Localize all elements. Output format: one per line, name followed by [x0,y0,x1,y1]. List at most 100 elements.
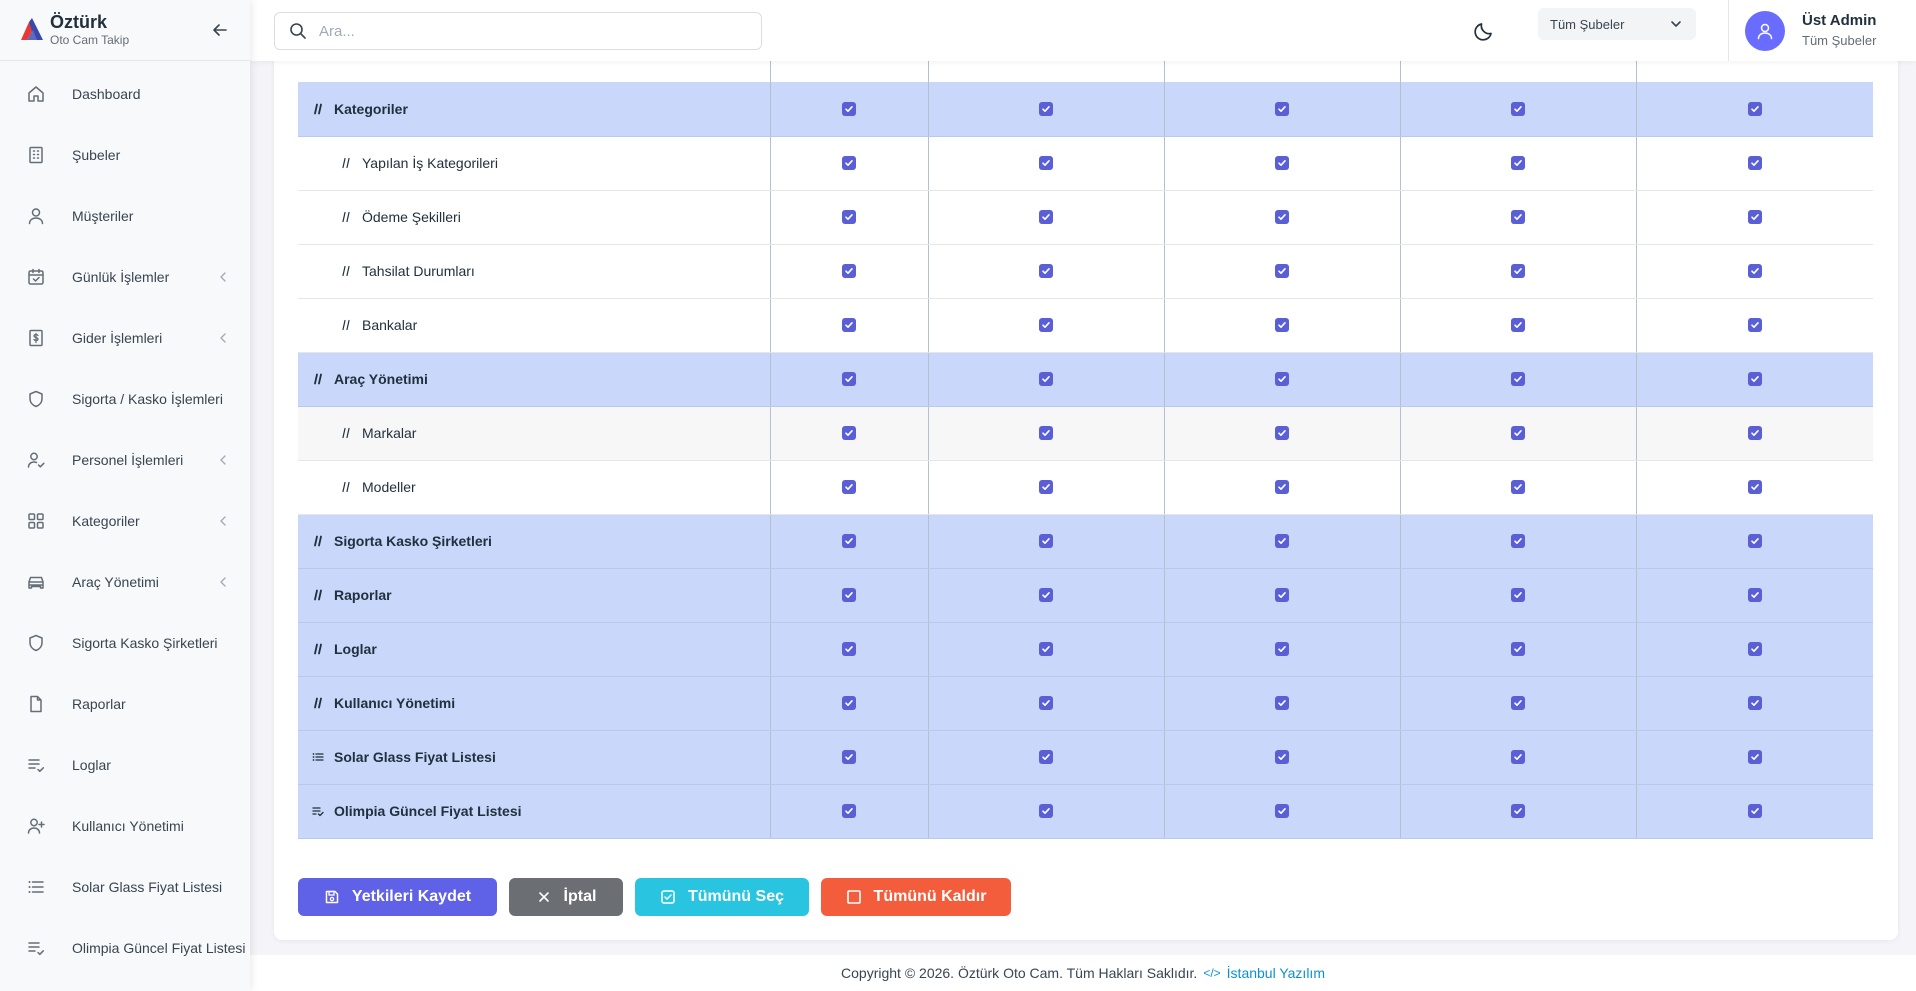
avatar[interactable] [1745,11,1785,51]
permission-checkbox[interactable] [1275,587,1289,602]
table-row: Kullanıcı Yönetimi [298,676,1873,731]
permission-checkbox[interactable] [1275,749,1289,764]
permission-checkbox[interactable] [1275,533,1289,548]
collapse-sidebar-icon[interactable] [210,20,230,40]
permission-checkbox[interactable] [1511,695,1525,710]
sidebar-item-ubeler[interactable]: Şubeler [0,125,250,185]
permission-checkbox[interactable] [1275,425,1289,440]
sidebar-item-sigorta-kasko-i-lemleri[interactable]: Sigorta / Kasko İşlemleri [0,369,250,429]
footer-company-link[interactable]: İstanbul Yazılım [1227,965,1325,981]
permission-checkbox[interactable] [1511,155,1525,170]
permission-checkbox[interactable] [842,425,856,440]
permission-checkbox[interactable] [1039,479,1053,494]
sidebar-item-g-nl-k-i-lemler[interactable]: Günlük İşlemler [0,247,250,307]
search-box[interactable] [274,12,762,50]
permission-checkbox[interactable] [1511,749,1525,764]
permission-checkbox[interactable] [1747,641,1762,656]
file-icon [30,695,42,713]
permission-checkbox[interactable] [842,479,856,494]
permission-checkbox[interactable] [1275,803,1289,818]
permission-checkbox[interactable] [1747,263,1762,278]
branch-select[interactable]: Tüm Şubeler [1538,8,1696,40]
sidebar-item-personel-i-lemleri[interactable]: Personel İşlemleri [0,430,250,490]
cancel-button[interactable]: İptal [509,878,623,916]
permission-checkbox[interactable] [1747,533,1762,548]
permission-checkbox[interactable] [1511,209,1525,224]
permission-checkbox[interactable] [1511,371,1525,386]
sidebar-item-raporlar[interactable]: Raporlar [0,674,250,734]
sidebar-item-sigorta-kasko-irketleri[interactable]: Sigorta Kasko Şirketleri [0,613,250,673]
permission-checkbox[interactable] [1511,587,1525,602]
permission-checkbox[interactable] [1275,209,1289,224]
permission-checkbox[interactable] [842,803,856,818]
clear-all-button[interactable]: Tümünü Kaldır [821,878,1011,916]
permission-checkbox[interactable] [842,533,856,548]
permission-checkbox[interactable] [1747,317,1762,332]
permission-name-cell: Yapılan İş Kategorileri [298,136,770,191]
sidebar-item-solar-glass-fiyat-listesi[interactable]: Solar Glass Fiyat Listesi [0,857,250,917]
permission-checkbox[interactable] [1747,425,1762,440]
permission-checkbox[interactable] [1747,479,1762,494]
sidebar-item-gider-i-lemleri[interactable]: Gider İşlemleri [0,308,250,368]
save-permissions-button[interactable]: Yetkileri Kaydet [298,878,497,916]
permission-checkbox[interactable] [1039,587,1053,602]
permission-checkbox[interactable] [1039,209,1053,224]
permission-checkbox[interactable] [1511,479,1525,494]
permission-checkbox[interactable] [1511,101,1525,116]
permission-checkbox[interactable] [1039,371,1053,386]
permission-checkbox[interactable] [842,155,856,170]
permission-checkbox[interactable] [1511,263,1525,278]
permission-checkbox[interactable] [1275,641,1289,656]
moon-icon[interactable] [1472,19,1496,43]
permission-checkbox[interactable] [1039,533,1053,548]
permission-checkbox[interactable] [1747,587,1762,602]
permission-checkbox[interactable] [842,695,856,710]
permission-checkbox[interactable] [1039,803,1053,818]
select-all-button[interactable]: Tümünü Seç [635,878,809,916]
permission-checkbox[interactable] [1747,155,1762,170]
permission-checkbox[interactable] [1275,695,1289,710]
permission-checkbox[interactable] [1275,317,1289,332]
permission-checkbox[interactable] [1747,371,1762,386]
permission-checkbox[interactable] [1039,155,1053,170]
permission-checkbox[interactable] [1275,101,1289,116]
permission-checkbox[interactable] [842,749,856,764]
permission-checkbox[interactable] [1039,749,1053,764]
permission-checkbox[interactable] [1511,533,1525,548]
sidebar-item-ara-y-netimi[interactable]: Araç Yönetimi [0,552,250,612]
sidebar-item-kategoriler[interactable]: Kategoriler [0,491,250,551]
permission-checkbox[interactable] [1039,263,1053,278]
permission-checkbox[interactable] [842,587,856,602]
permission-checkbox[interactable] [1275,371,1289,386]
sidebar-item-dashboard[interactable]: Dashboard [0,64,250,124]
permission-checkbox[interactable] [842,371,856,386]
permission-checkbox[interactable] [1511,425,1525,440]
permission-checkbox[interactable] [1511,641,1525,656]
permission-checkbox[interactable] [1039,695,1053,710]
permission-checkbox[interactable] [842,263,856,278]
sidebar-item-m-teriler[interactable]: Müşteriler [0,186,250,246]
permission-checkbox[interactable] [842,101,856,116]
sidebar-item-label: Şubeler [72,147,121,163]
permission-checkbox[interactable] [1747,101,1762,116]
permission-checkbox[interactable] [1275,155,1289,170]
permission-checkbox[interactable] [1039,425,1053,440]
permission-checkbox[interactable] [1039,101,1053,116]
permission-checkbox[interactable] [842,641,856,656]
permission-checkbox[interactable] [1275,479,1289,494]
permission-checkbox[interactable] [1511,317,1525,332]
permission-checkbox[interactable] [1747,749,1762,764]
permission-checkbox[interactable] [1747,803,1762,818]
permission-checkbox[interactable] [1039,317,1053,332]
permission-checkbox[interactable] [1747,209,1762,224]
permission-checkbox[interactable] [1275,263,1289,278]
permission-checkbox[interactable] [1511,803,1525,818]
permission-checkbox[interactable] [1747,695,1762,710]
permission-checkbox[interactable] [842,317,856,332]
search-input[interactable] [319,22,739,40]
sidebar-item-loglar[interactable]: Loglar [0,735,250,795]
permission-checkbox[interactable] [842,209,856,224]
sidebar-item-kullan-c-y-netimi[interactable]: Kullanıcı Yönetimi [0,796,250,856]
permission-checkbox[interactable] [1039,641,1053,656]
sidebar-item-olimpia-g-ncel-fiyat-listesi[interactable]: Olimpia Güncel Fiyat Listesi [0,918,250,978]
